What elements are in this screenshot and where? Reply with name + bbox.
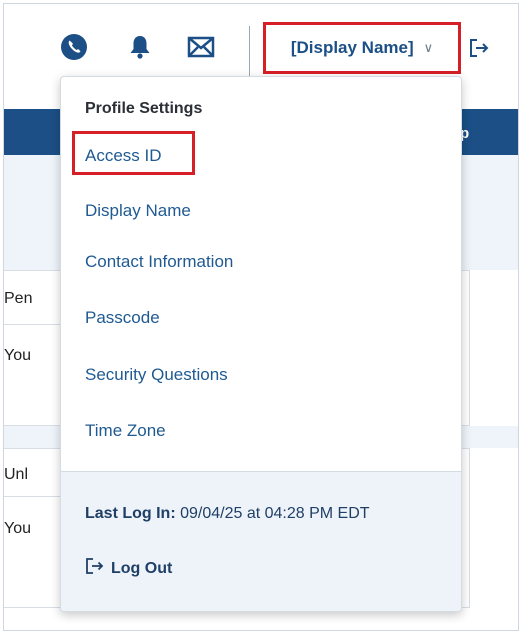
last-login-info: Last Log In: 09/04/25 at 04:28 PM EDT <box>85 505 370 523</box>
logout-icon <box>85 557 105 580</box>
dropdown-heading: Profile Settings <box>85 100 203 117</box>
row-divider <box>4 324 64 325</box>
menu-item-passcode[interactable]: Passcode <box>85 308 160 328</box>
app-frame: p Pen You Unl You [Display Name] ∨ Profi… <box>3 3 519 631</box>
menu-item-access-id[interactable]: Access ID <box>85 146 162 166</box>
dropdown-footer: Last Log In: 09/04/25 at 04:28 PM EDT Lo… <box>61 471 461 611</box>
card-row-text: You <box>4 520 31 537</box>
header-divider <box>249 26 250 78</box>
menu-item-display-name[interactable]: Display Name <box>85 201 191 221</box>
mail-icon[interactable] <box>186 32 216 62</box>
card-row-text: Pen <box>4 290 33 307</box>
display-name-label: [Display Name] <box>290 38 414 57</box>
menu-item-contact-information[interactable]: Contact Information <box>85 252 233 272</box>
logout-button[interactable]: Log Out <box>85 557 172 580</box>
chevron-down-icon: ∨ <box>423 40 434 55</box>
display-name-menu-button[interactable]: [Display Name] ∨ <box>263 22 461 74</box>
bell-icon[interactable] <box>125 32 155 62</box>
phone-icon[interactable] <box>59 32 89 62</box>
menu-item-time-zone[interactable]: Time Zone <box>85 421 166 441</box>
logout-icon[interactable] <box>467 36 491 60</box>
last-login-label: Last Log In: <box>85 505 176 522</box>
last-login-value: 09/04/25 at 04:28 PM EDT <box>180 505 370 522</box>
menu-item-security-questions[interactable]: Security Questions <box>85 365 228 385</box>
card-row-text: You <box>4 347 31 364</box>
row-divider <box>4 496 64 497</box>
card-row-text: Unl <box>4 466 29 483</box>
profile-dropdown-menu: Profile Settings Access ID Display Name … <box>60 76 462 612</box>
logout-label: Log Out <box>111 559 173 577</box>
